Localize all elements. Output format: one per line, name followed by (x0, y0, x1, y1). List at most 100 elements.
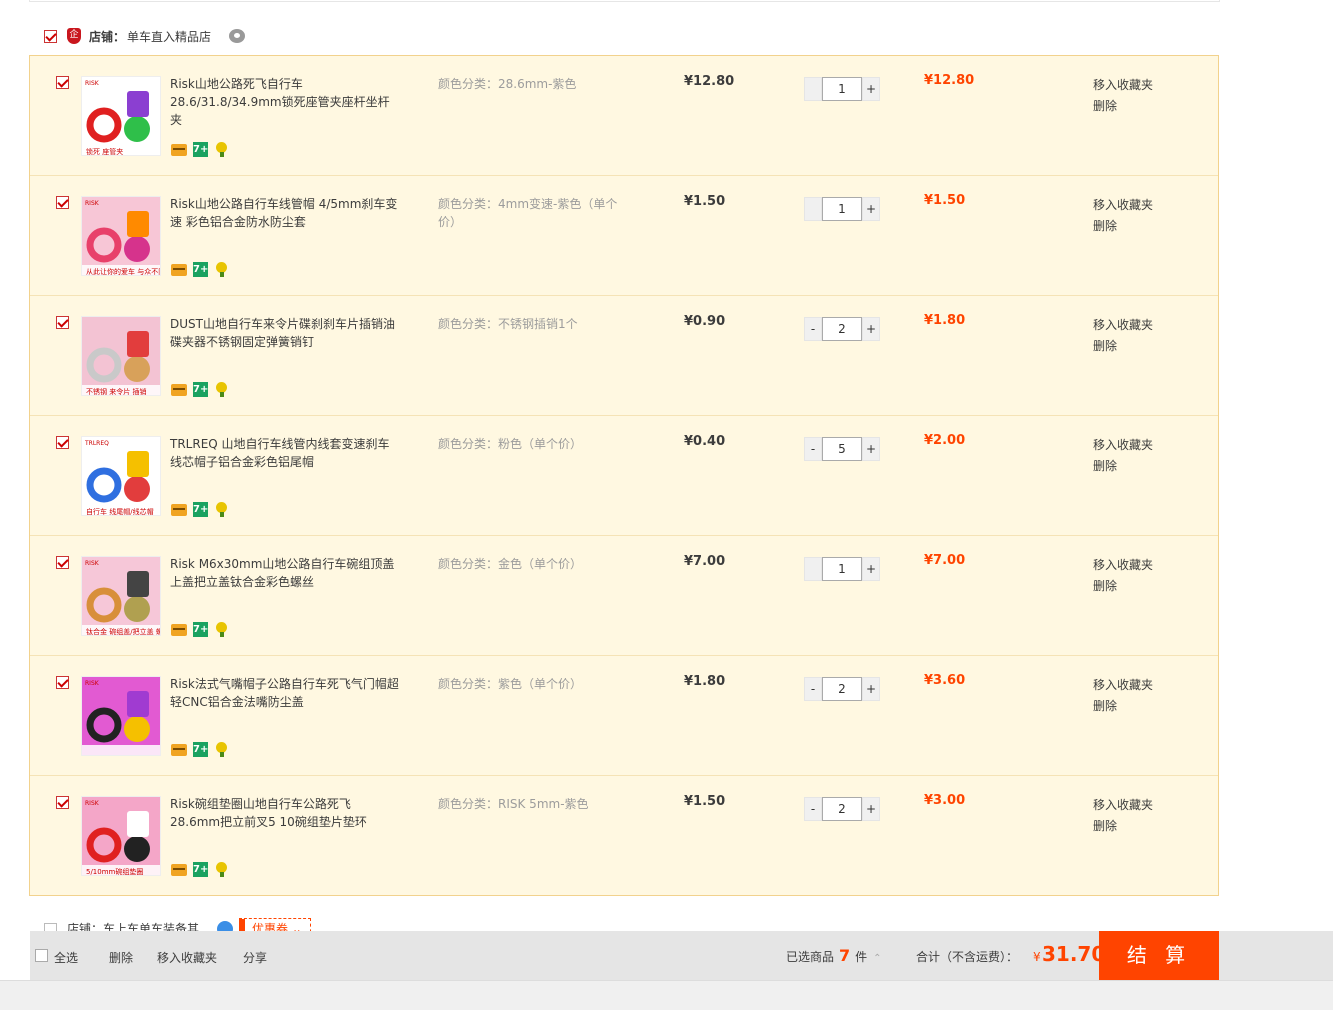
credit-card-icon[interactable] (171, 264, 187, 276)
service-badges: 7+ (171, 502, 229, 517)
product-thumbnail[interactable]: RISK (81, 676, 161, 756)
select-all-checkbox[interactable] (35, 949, 48, 962)
product-thumbnail[interactable]: RISK 锁死 座管夹 (81, 76, 161, 156)
consumer-guarantee-icon[interactable] (214, 382, 229, 397)
item-checkbox[interactable] (56, 196, 69, 209)
increase-button[interactable]: + (862, 797, 880, 821)
delete-item-link[interactable]: 删除 (1093, 96, 1153, 117)
quantity-input[interactable]: 1 (822, 197, 862, 221)
delete-item-link[interactable]: 删除 (1093, 696, 1153, 717)
seven-day-return-icon[interactable]: 7+ (193, 502, 208, 517)
increase-button[interactable]: + (862, 437, 880, 461)
product-title-link[interactable]: Risk山地公路自行车线管帽 4/5mm刹车变速 彩色铝合金防水防尘套 (170, 195, 400, 231)
credit-card-icon[interactable] (171, 504, 187, 516)
delete-item-link[interactable]: 删除 (1093, 336, 1153, 357)
increase-button[interactable]: + (862, 677, 880, 701)
consumer-guarantee-icon[interactable] (214, 862, 229, 877)
batch-delete-link[interactable]: 删除 (109, 949, 133, 966)
seven-day-return-icon[interactable]: 7+ (193, 862, 208, 877)
product-image: 不锈钢 来令片 插销 (82, 317, 160, 395)
credit-card-icon[interactable] (171, 144, 187, 156)
product-title-link[interactable]: DUST山地自行车来令片碟刹刹车片插销油碟夹器不锈钢固定弹簧销钉 (170, 315, 400, 351)
delete-item-link[interactable]: 删除 (1093, 216, 1153, 237)
credit-card-icon[interactable] (171, 384, 187, 396)
move-to-favorites-link[interactable]: 移入收藏夹 (1093, 75, 1153, 96)
wangwang-chat-icon[interactable] (229, 29, 246, 43)
checkout-button[interactable]: 结 算 (1099, 931, 1219, 980)
item-checkbox[interactable] (56, 796, 69, 809)
move-to-favorites-link[interactable]: 移入收藏夹 (1093, 435, 1153, 456)
consumer-guarantee-icon[interactable] (214, 142, 229, 157)
increase-button[interactable]: + (862, 77, 880, 101)
item-checkbox[interactable] (56, 316, 69, 329)
shop-name-link[interactable]: 单车直入精品店 (127, 30, 211, 44)
unit-price: ¥1.50 (684, 794, 726, 809)
decrease-button[interactable]: - (804, 437, 822, 461)
product-thumbnail[interactable]: RISK 钛合金 碗组盖/把立盖 螺丝 (81, 556, 161, 636)
consumer-guarantee-icon[interactable] (214, 262, 229, 277)
delete-item-link[interactable]: 删除 (1093, 576, 1153, 597)
move-to-favorites-link[interactable]: 移入收藏夹 (1093, 555, 1153, 576)
unit-price: ¥7.00 (684, 554, 726, 569)
seven-day-return-icon[interactable]: 7+ (193, 742, 208, 757)
select-all-label[interactable]: 全选 (54, 949, 78, 966)
seven-day-return-icon[interactable]: 7+ (193, 622, 208, 637)
thumb-caption: 自行车 线尾帽/线芯帽 (86, 507, 154, 516)
move-to-favorites-link[interactable]: 移入收藏夹 (1093, 195, 1153, 216)
quantity-input[interactable]: 2 (822, 677, 862, 701)
increase-button[interactable]: + (862, 197, 880, 221)
seven-day-return-icon[interactable]: 7+ (193, 262, 208, 277)
credit-card-icon[interactable] (171, 744, 187, 756)
increase-button[interactable]: + (862, 557, 880, 581)
quantity-input[interactable]: 1 (822, 557, 862, 581)
increase-button[interactable]: + (862, 317, 880, 341)
product-title-link[interactable]: Risk碗组垫圈山地自行车公路死飞28.6mm把立前叉5 10碗组垫片垫环 (170, 795, 400, 831)
quantity-stepper: - 5 + (804, 437, 882, 461)
shop-item-list: RISK 锁死 座管夹 Risk山地公路死飞自行车28.6/31.8/34.9m… (29, 55, 1219, 896)
share-link[interactable]: 分享 (243, 949, 267, 966)
decrease-button[interactable]: - (804, 557, 822, 581)
item-checkbox[interactable] (56, 76, 69, 89)
credit-card-icon[interactable] (171, 624, 187, 636)
product-thumbnail[interactable]: 不锈钢 来令片 插销 (81, 316, 161, 396)
shop-checkbox[interactable] (44, 29, 57, 43)
decrease-button[interactable]: - (804, 77, 822, 101)
product-title-link[interactable]: Risk M6x30mm山地公路自行车碗组顶盖上盖把立盖钛合金彩色螺丝 (170, 555, 400, 591)
unit-price: ¥0.40 (684, 434, 726, 449)
batch-move-fav-link[interactable]: 移入收藏夹 (157, 949, 217, 966)
product-thumbnail[interactable]: RISK 5/10mm碗组垫圈 (81, 796, 161, 876)
move-to-favorites-link[interactable]: 移入收藏夹 (1093, 675, 1153, 696)
product-thumbnail[interactable]: TRLREQ 自行车 线尾帽/线芯帽 (81, 436, 161, 516)
quantity-input[interactable]: 2 (822, 797, 862, 821)
decrease-button[interactable]: - (804, 197, 822, 221)
item-checkbox[interactable] (56, 556, 69, 569)
service-badges: 7+ (171, 382, 229, 397)
item-checkbox[interactable] (56, 436, 69, 449)
decrease-button[interactable]: - (804, 317, 822, 341)
delete-item-link[interactable]: 删除 (1093, 816, 1153, 837)
decrease-button[interactable]: - (804, 677, 822, 701)
item-checkbox[interactable] (56, 676, 69, 689)
consumer-guarantee-icon[interactable] (214, 622, 229, 637)
product-title-link[interactable]: TRLREQ 山地自行车线管内线套变速刹车线芯帽子铝合金彩色铝尾帽 (170, 435, 400, 471)
quantity-input[interactable]: 5 (822, 437, 862, 461)
delete-item-link[interactable]: 删除 (1093, 456, 1153, 477)
coupon-button[interactable]: 优惠券 ⌄ (239, 918, 311, 932)
product-title-link[interactable]: Risk法式气嘴帽子公路自行车死飞气门帽超轻CNC铝合金法嘴防尘盖 (170, 675, 400, 711)
thumb-brand: RISK (85, 800, 100, 807)
move-to-favorites-link[interactable]: 移入收藏夹 (1093, 315, 1153, 336)
move-to-favorites-link[interactable]: 移入收藏夹 (1093, 795, 1153, 816)
seven-day-return-icon[interactable]: 7+ (193, 142, 208, 157)
decrease-button[interactable]: - (804, 797, 822, 821)
quantity-input[interactable]: 2 (822, 317, 862, 341)
selected-count[interactable]: 已选商品 7 件 ⌃ (786, 946, 882, 965)
quantity-input[interactable]: 1 (822, 77, 862, 101)
credit-card-icon[interactable] (171, 864, 187, 876)
product-title-link[interactable]: Risk山地公路死飞自行车28.6/31.8/34.9mm锁死座管夹座杆坐杆夹 (170, 75, 400, 129)
shop-header: 企 店铺： 单车直入精品店 (44, 26, 246, 46)
product-thumbnail[interactable]: RISK 从此让你的爱车 与众不同 (81, 196, 161, 276)
unit-price: ¥1.80 (684, 674, 726, 689)
consumer-guarantee-icon[interactable] (214, 742, 229, 757)
consumer-guarantee-icon[interactable] (214, 502, 229, 517)
seven-day-return-icon[interactable]: 7+ (193, 382, 208, 397)
